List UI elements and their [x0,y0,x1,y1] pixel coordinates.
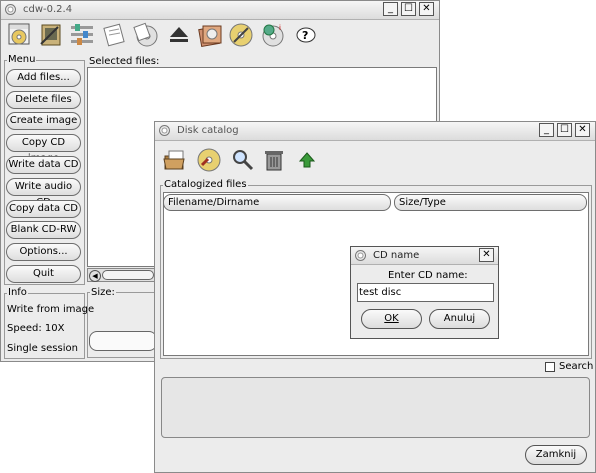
folder-open-icon[interactable] [162,147,188,173]
write-audio-cd-button[interactable]: Write audio CD [6,178,81,208]
ok-button-label: OK [384,313,399,324]
size-label: Size: [90,287,116,298]
cd-catalog-icon[interactable] [197,22,223,48]
close-button[interactable]: ✕ [419,2,434,16]
trash-icon[interactable] [261,147,287,173]
cd-info-icon[interactable]: i [260,22,286,48]
info-mode: Write from image [7,304,95,315]
size-progress-bar [89,331,157,351]
options-icon[interactable] [69,22,95,48]
column-filename[interactable]: Filename/Dirname [163,194,391,211]
copy-cd-image-button[interactable]: Copy CD image [6,134,81,164]
maximize-button[interactable]: ☐ [401,2,416,16]
horizontal-scrollbar[interactable]: ◀ [87,268,157,282]
cd-name-input[interactable] [357,283,494,302]
catalog-close-button[interactable]: ✕ [575,123,590,137]
cd-blank-icon[interactable] [228,22,254,48]
selected-files-label: Selected files: [89,56,160,67]
image-icon[interactable] [7,22,33,48]
svg-text:?: ? [302,29,308,42]
app-cd-icon [5,4,16,15]
copy-data-cd-button[interactable]: Copy data CD [6,200,81,218]
blank-cd-rw-button[interactable]: Blank CD-RW [6,221,81,239]
options-button[interactable]: Options... [6,243,81,261]
catalog-titlebar[interactable]: Disk catalog _ ☐ ✕ [155,122,595,141]
minimize-button[interactable]: _ [383,2,398,16]
up-arrow-icon[interactable] [294,147,320,173]
eject-icon[interactable] [166,22,192,48]
catalogized-files-label: Catalogized files [163,179,248,190]
help-icon[interactable]: ? [293,22,319,48]
search-checkbox-label[interactable]: Search [559,361,593,372]
info-label: Info [7,287,28,298]
cd-audio-icon[interactable] [133,22,159,48]
catalog-details-panel [161,377,590,438]
dialog-prompt: Enter CD name: [388,270,468,281]
dialog-title: CD name [373,250,420,261]
zamknij-button[interactable]: Zamknij [525,445,587,465]
ok-button[interactable]: OK [361,309,422,329]
catalog-minimize-button[interactable]: _ [539,123,554,137]
search-icon[interactable] [230,147,256,173]
dialog-titlebar[interactable]: CD name ✕ [351,247,498,265]
dialog-cd-icon [355,250,366,261]
dialog-close-button[interactable]: ✕ [479,248,494,262]
info-speed: Speed: 10X [7,323,65,334]
delete-files-button[interactable]: Delete files [6,91,81,109]
cd-add-icon[interactable] [196,147,222,173]
main-titlebar[interactable]: cdw-0.2.4 _ ☐ ✕ [1,1,439,20]
column-size-type[interactable]: Size/Type [394,194,587,211]
catalog-window-title: Disk catalog [177,125,239,136]
svg-text:i: i [279,24,281,32]
add-files-button[interactable]: Add files... [6,69,81,87]
quit-button[interactable]: Quit [6,265,81,283]
write-data-cd-button[interactable]: Write data CD [6,156,81,174]
scroll-left-arrow[interactable]: ◀ [89,270,101,282]
info-session: Single session [7,343,78,354]
catalog-maximize-button[interactable]: ☐ [557,123,572,137]
search-checkbox[interactable] [545,362,555,372]
anuluj-button[interactable]: Anuluj [429,309,490,329]
cd-write-icon[interactable] [38,22,64,48]
scrollbar-thumb[interactable] [102,270,154,280]
menu-label: Menu [7,54,37,65]
main-window-title: cdw-0.2.4 [23,4,73,15]
create-image-button[interactable]: Create image [6,112,81,130]
catalog-cd-icon [159,125,170,136]
note-icon[interactable] [102,22,128,48]
cd-name-dialog: CD name ✕ Enter CD name: OK Anuluj [350,246,499,339]
